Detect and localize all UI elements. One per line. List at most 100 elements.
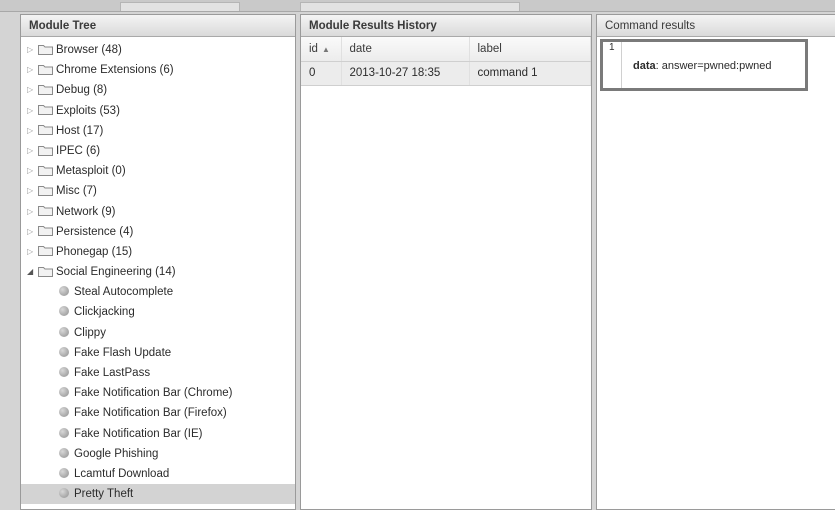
tree-folder[interactable]: ▷ IPEC (6) — [21, 141, 295, 161]
tree-folder-label: Persistence (4) — [56, 225, 134, 238]
tree-module-item[interactable]: Fake Flash Update — [21, 343, 295, 363]
folder-icon — [38, 185, 53, 196]
tree-folder-label: Metasploit (0) — [56, 165, 126, 178]
tree-module-label: Fake Notification Bar (Firefox) — [74, 407, 227, 420]
column-header-date[interactable]: date — [341, 37, 470, 62]
module-tree-panel: Module Tree ▷ Browser (48) ▷ Chrome Extensi… — [20, 14, 296, 510]
cell-label: command 1 — [469, 61, 591, 86]
tree-folder-label: Exploits (53) — [56, 104, 120, 117]
tree-module-label: Clippy — [74, 326, 106, 339]
tree-folder[interactable]: ▷ Browser (48) — [21, 40, 295, 60]
results-history-table: id ▲ date label 0 2013-10-27 18:35 comman… — [301, 37, 591, 86]
command-results-header: Command results — [597, 15, 835, 37]
tree-module-item[interactable]: Steal Autocomplete — [21, 282, 295, 302]
tree-folder-label: IPEC (6) — [56, 145, 101, 158]
folder-icon — [38, 226, 53, 237]
module-status-icon — [59, 366, 69, 377]
expand-right-icon[interactable]: ▷ — [27, 101, 37, 121]
column-header-id-label: id — [309, 42, 318, 55]
tree-module-item[interactable]: Clickjacking — [21, 302, 295, 322]
module-status-icon — [59, 447, 69, 458]
tree-folder[interactable]: ▷ Network (9) — [21, 202, 295, 222]
tree-module-label: Fake Flash Update — [74, 346, 172, 359]
tree-module-label: Google Phishing — [74, 447, 159, 460]
tree-module-item[interactable]: Clippy — [21, 323, 295, 343]
folder-icon — [38, 84, 53, 95]
cell-date: 2013-10-27 18:35 — [341, 61, 470, 86]
folder-icon — [38, 145, 53, 156]
tree-folder[interactable]: ▷ Debug (8) — [21, 80, 295, 100]
result-value: answer=pwned:pwned — [661, 60, 772, 72]
module-status-icon — [59, 467, 69, 478]
tree-module-item[interactable]: Fake Notification Bar (Firefox) — [21, 403, 295, 423]
tree-folder-label: Misc (7) — [56, 185, 97, 198]
folder-icon — [38, 105, 53, 116]
tree-folder[interactable]: ▷ Misc (7) — [21, 181, 295, 201]
column-header-id[interactable]: id ▲ — [301, 37, 342, 62]
tree-module-item[interactable]: Lcamtuf Download — [21, 464, 295, 484]
module-status-icon — [59, 346, 69, 357]
tree-folder-label: Browser (48) — [56, 44, 122, 57]
folder-icon — [38, 64, 53, 75]
sort-ascending-icon: ▲ — [321, 44, 330, 54]
tree-folder[interactable]: ▷ Phonegap (15) — [21, 242, 295, 262]
tree-folder[interactable]: ▷ Exploits (53) — [21, 101, 295, 121]
module-status-icon — [59, 387, 69, 398]
tree-folder[interactable]: ▷ Chrome Extensions (6) — [21, 60, 295, 80]
tree-folder-label: Host (17) — [56, 124, 104, 137]
table-row[interactable]: 0 2013-10-27 18:35 command 1 — [301, 61, 591, 86]
tree-module-label: Steal Autocomplete — [74, 286, 174, 299]
result-key: data — [633, 60, 656, 72]
folder-icon — [38, 246, 53, 257]
expand-right-icon[interactable]: ▷ — [27, 80, 37, 100]
tree-module-label: Fake Notification Bar (Chrome) — [74, 387, 233, 400]
expand-right-icon[interactable]: ▷ — [27, 161, 37, 181]
module-status-icon — [59, 326, 69, 337]
expand-right-icon[interactable]: ▷ — [27, 141, 37, 161]
top-tab[interactable] — [120, 2, 240, 11]
tree-module-label: Fake Notification Bar (IE) — [74, 427, 203, 440]
folder-icon — [38, 206, 53, 217]
tree-module-item[interactable]: Fake LastPass — [21, 363, 295, 383]
expand-right-icon[interactable]: ▷ — [27, 242, 37, 262]
tree-module-item[interactable]: Pretty Theft — [21, 484, 295, 505]
results-history-header: Module Results History — [301, 15, 591, 37]
tree-folder-label: Debug (8) — [56, 84, 108, 97]
tree-folder[interactable]: ▷ Metasploit (0) — [21, 161, 295, 181]
tree-module-label: Clickjacking — [74, 306, 135, 319]
tree-folder-label: Phonegap (15) — [56, 246, 133, 259]
folder-icon — [38, 165, 53, 176]
tree-module-item[interactable]: Fake Notification Bar (IE) — [21, 424, 295, 444]
expand-right-icon[interactable]: ▷ — [27, 181, 37, 201]
module-tree: ▷ Browser (48) ▷ Chrome Extensions (6) ▷ Debu… — [21, 37, 295, 505]
folder-icon — [38, 266, 53, 277]
command-result-entry: 1 data: answer=pwned:pwned — [600, 39, 808, 91]
result-index: 1 — [606, 42, 622, 88]
tree-module-item[interactable]: Google Phishing — [21, 444, 295, 464]
tree-folder-label: Social Engineering (14) — [56, 266, 176, 279]
module-status-icon — [59, 286, 69, 297]
command-results-panel: Command results 1 data: answer=pwned:pwn… — [596, 14, 835, 510]
tree-module-label: Lcamtuf Download — [74, 467, 170, 480]
expand-right-icon[interactable]: ▷ — [27, 121, 37, 141]
expand-down-icon[interactable]: ◢ — [27, 262, 37, 282]
tree-module-label: Pretty Theft — [74, 488, 134, 501]
expand-right-icon[interactable]: ▷ — [27, 222, 37, 242]
top-tab[interactable] — [300, 2, 520, 11]
tree-folder[interactable]: ◢ Social Engineering (14) — [21, 262, 295, 282]
expand-right-icon[interactable]: ▷ — [27, 40, 37, 60]
tree-module-item[interactable]: Fake Notification Bar (Chrome) — [21, 383, 295, 403]
column-header-label[interactable]: label — [469, 37, 591, 62]
module-status-icon — [59, 488, 69, 499]
tree-folder[interactable]: ▷ Host (17) — [21, 121, 295, 141]
tree-folder-label: Chrome Extensions (6) — [56, 64, 174, 77]
expand-right-icon[interactable]: ▷ — [27, 202, 37, 222]
top-tab-strip — [0, 0, 835, 12]
module-status-icon — [59, 427, 69, 438]
folder-icon — [38, 125, 53, 136]
tree-folder[interactable]: ▷ Persistence (4) — [21, 222, 295, 242]
module-status-icon — [59, 407, 69, 418]
expand-right-icon[interactable]: ▷ — [27, 60, 37, 80]
cell-id: 0 — [301, 61, 342, 86]
tree-folder-label: Network (9) — [56, 205, 116, 218]
